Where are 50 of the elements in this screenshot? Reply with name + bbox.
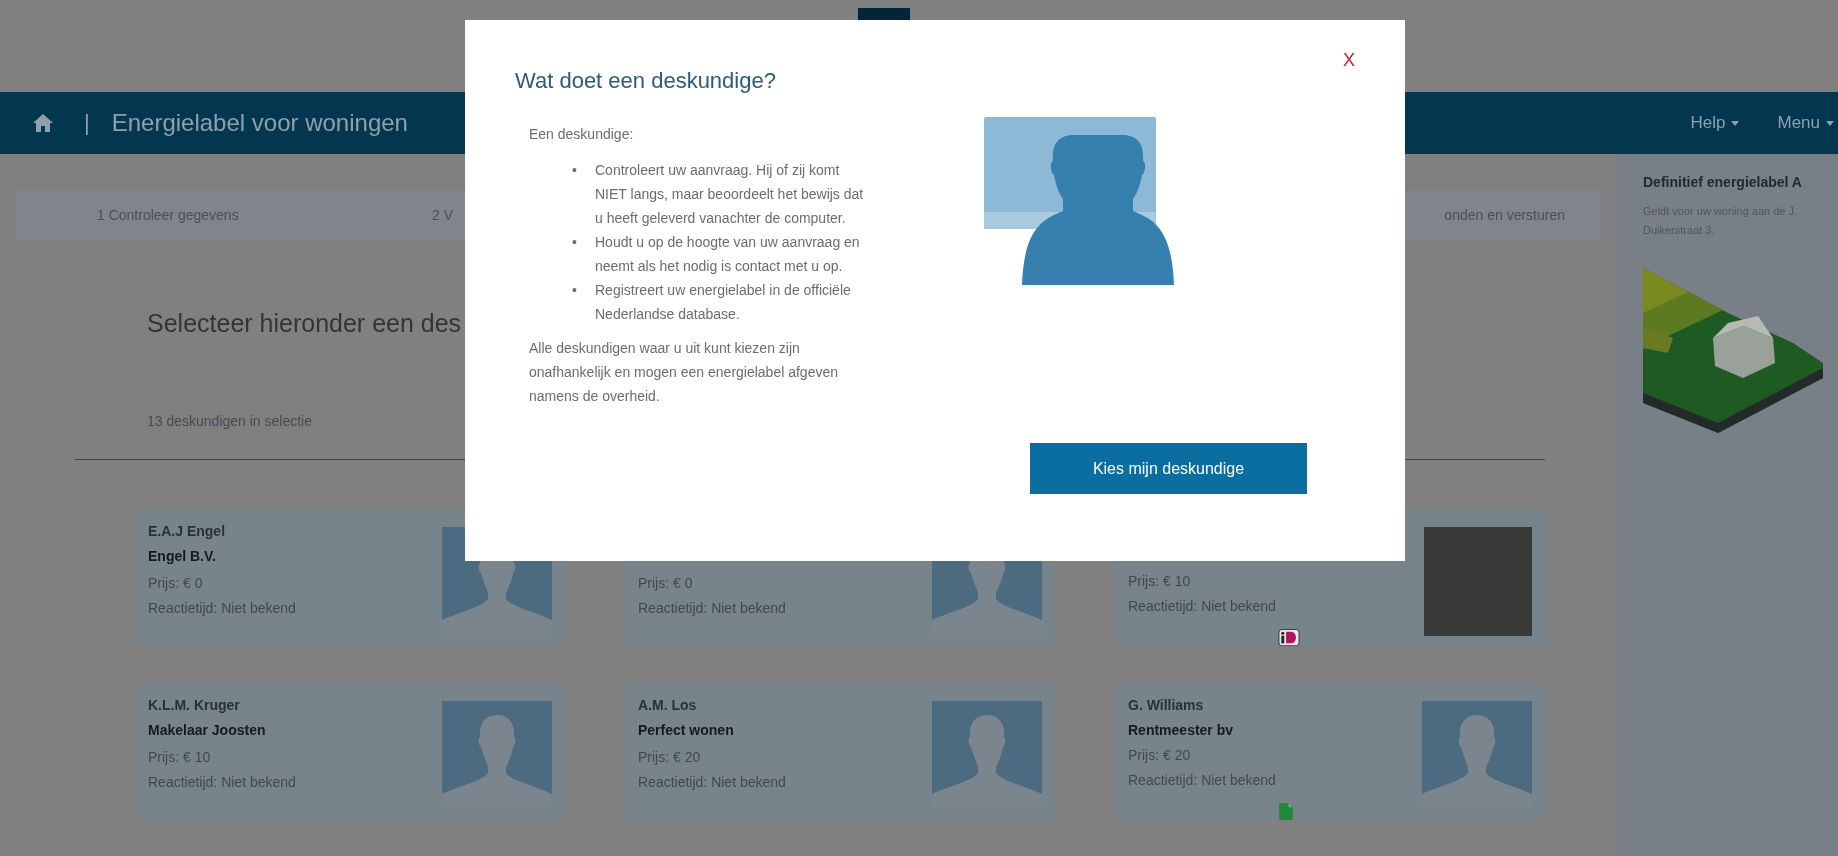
avatar-silhouette-icon bbox=[442, 701, 552, 808]
price-text: Prijs: € 20 bbox=[1128, 746, 1192, 765]
expert-card[interactable]: E.A.J Engel Engel B.V. Prijs: € 0 Reactietijd: Niet bekend bbox=[135, 509, 565, 646]
close-button[interactable]: X bbox=[1343, 50, 1355, 71]
company-name: Engel B.V. bbox=[148, 547, 217, 566]
reaction-time-text: Reactietijd: Niet bekend bbox=[1128, 771, 1277, 790]
expert-card[interactable]: A.M. Los Perfect wonen Prijs: € 20 Reactietijd: Niet bekend bbox=[625, 683, 1055, 820]
bullet-text: Registreert uw energielabel in de officiële Nederlandse database. bbox=[595, 281, 852, 324]
reaction-time-text: Reactietijd: Niet bekend bbox=[638, 773, 787, 792]
home-icon[interactable] bbox=[32, 113, 54, 133]
bullet-marker: • bbox=[572, 161, 578, 180]
separator: | bbox=[84, 110, 90, 136]
reaction-time-text: Reactietijd: Niet bekend bbox=[148, 599, 297, 618]
expert-name: G. Williams bbox=[1128, 696, 1205, 715]
sidebar-title: Definitief energielabel A bbox=[1643, 174, 1803, 190]
result-count: 13 deskundigen in selectie bbox=[147, 413, 312, 429]
bullet-marker: • bbox=[572, 281, 578, 300]
document-icon bbox=[1278, 803, 1294, 820]
nav-menu-link[interactable]: Menu bbox=[1777, 113, 1834, 133]
company-name: Perfect wonen bbox=[638, 721, 735, 740]
expert-card[interactable]: K.L.M. Kruger Makelaar Joosten Prijs: € 10 Reactietijd: Niet bekend bbox=[135, 683, 565, 820]
page-heading: Selecteer hieronder een des bbox=[147, 309, 462, 338]
caret-icon bbox=[1731, 120, 1740, 126]
expert-name: K.L.M. Kruger bbox=[148, 696, 241, 715]
choose-expert-button[interactable]: Kies mijn deskundige bbox=[1030, 443, 1307, 494]
price-text: Prijs: € 10 bbox=[1128, 571, 1192, 591]
company-name: Makelaar Joosten bbox=[148, 721, 267, 740]
bullet-marker: • bbox=[572, 233, 578, 252]
price-text: Prijs: € 0 bbox=[148, 574, 204, 593]
dialog-paragraph: Alle deskundigen waar u uit kunt kiezen zijn onafhankelijk en mogen een energielabel afgeven namens de overheid. bbox=[529, 339, 839, 406]
avatar-silhouette-icon bbox=[932, 701, 1042, 808]
expert-name: A.M. Los bbox=[638, 696, 698, 715]
caret-icon bbox=[1826, 120, 1834, 126]
bullet-text: Controleert uw aanvraag. Hij of zij komt NIET langs, maar beoordeelt het bewijs dat u heeft geleverd vanachter de computer. bbox=[595, 161, 865, 228]
reaction-time-text: Reactietijd: Niet bekend bbox=[638, 599, 787, 618]
payment-badge-icon bbox=[1278, 628, 1300, 646]
intro-text: Een deskundige: bbox=[529, 125, 635, 144]
expert-name: E.A.J Engel bbox=[148, 522, 227, 541]
price-text: Prijs: € 0 bbox=[638, 574, 694, 593]
expert-card[interactable]: G. Williams Rentmeester bv Prijs: € 20 Reactietijd: Niet bekend bbox=[1115, 683, 1545, 820]
price-text: Prijs: € 20 bbox=[638, 748, 702, 767]
reaction-time-text: Reactietijd: Niet bekend bbox=[1128, 596, 1277, 616]
bullet-text: Houdt u op de hoogte van uw aanvraag en neemt als het nodig is contact met u op. bbox=[595, 233, 861, 276]
price-text: Prijs: € 10 bbox=[148, 748, 212, 767]
company-name: Rentmeester bv bbox=[1128, 721, 1235, 740]
site-title: Energielabel voor woningen bbox=[111, 109, 408, 137]
reaction-time-text: Reactietijd: Niet bekend bbox=[148, 773, 297, 792]
nav-menu-link[interactable]: Help bbox=[1690, 113, 1740, 133]
avatar-silhouette-icon bbox=[1422, 701, 1532, 808]
dialog-title: Wat doet een deskundige? bbox=[515, 68, 776, 94]
